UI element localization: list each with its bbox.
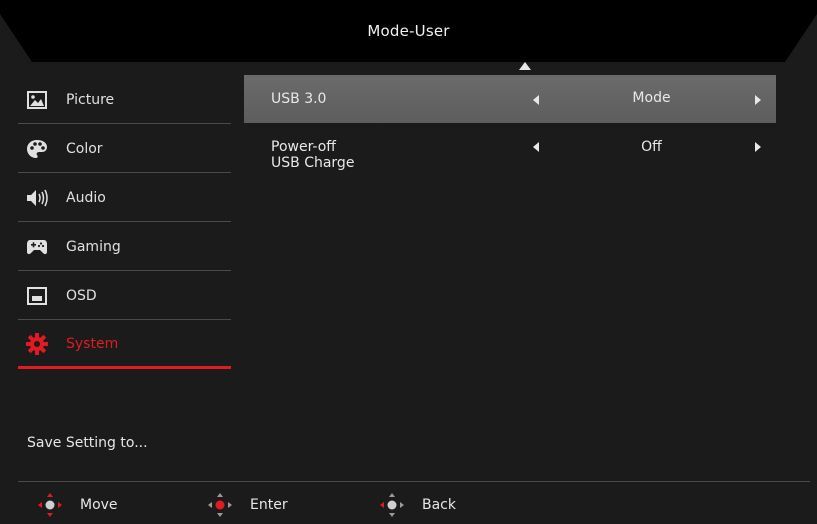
arrow-left-icon[interactable] — [533, 95, 539, 105]
osd-menu: Mode-User Picture Color Audio Gaming OSD… — [0, 0, 817, 524]
arrow-left-icon[interactable] — [533, 142, 539, 152]
sidebar-item-osd[interactable]: OSD — [18, 272, 231, 320]
sidebar-item-label: Gaming — [66, 238, 121, 255]
back-label: Back — [422, 497, 456, 513]
sidebar-item-system[interactable]: System — [18, 321, 231, 369]
label-line-2: USB Charge — [271, 155, 355, 171]
move-joystick-icon — [38, 493, 62, 517]
sidebar: Picture Color Audio Gaming OSD System — [0, 74, 240, 474]
sidebar-item-picture[interactable]: Picture — [18, 76, 231, 124]
usb-3-label: USB 3.0 — [271, 91, 327, 107]
footer-back: Back — [378, 490, 456, 520]
speaker-icon — [26, 187, 48, 209]
sidebar-item-label: Picture — [66, 91, 115, 108]
sidebar-item-label: Audio — [66, 189, 106, 206]
gear-icon — [26, 332, 48, 355]
power-off-usb-charge-label: Power-off USB Charge — [271, 139, 354, 171]
enter-label: Enter — [250, 497, 288, 513]
sidebar-item-label: Color — [66, 140, 103, 157]
footer-enter: Enter — [206, 490, 288, 520]
arrow-right-icon[interactable] — [755, 95, 761, 105]
sidebar-item-audio[interactable]: Audio — [18, 174, 231, 222]
palette-icon — [26, 138, 48, 160]
save-setting-button[interactable]: Save Setting to... — [27, 435, 148, 451]
usb-3-value: Mode — [632, 90, 671, 106]
sidebar-item-label: System — [66, 335, 119, 352]
power-off-usb-charge-value: Off — [641, 139, 662, 155]
gamepad-icon — [26, 236, 48, 258]
footer-move: Move — [36, 490, 118, 520]
label-line-1: Power-off — [271, 139, 336, 155]
mode-title: Mode-User — [367, 22, 450, 40]
move-label: Move — [80, 497, 118, 513]
sidebar-item-label: OSD — [66, 287, 97, 304]
enter-joystick-icon — [208, 493, 232, 517]
usb-3-mode-row[interactable]: USB 3.0 Mode — [244, 75, 776, 123]
picture-icon — [26, 89, 48, 111]
arrow-right-icon[interactable] — [755, 142, 761, 152]
sidebar-item-gaming[interactable]: Gaming — [18, 223, 231, 271]
title-bar: Mode-User — [0, 0, 817, 62]
sidebar-item-color[interactable]: Color — [18, 125, 231, 173]
scroll-up-icon[interactable] — [519, 62, 531, 70]
footer-divider — [18, 481, 810, 482]
back-joystick-icon — [380, 493, 404, 517]
osd-icon — [26, 285, 48, 307]
power-off-usb-charge-row[interactable]: Power-off USB Charge Off — [244, 125, 776, 185]
